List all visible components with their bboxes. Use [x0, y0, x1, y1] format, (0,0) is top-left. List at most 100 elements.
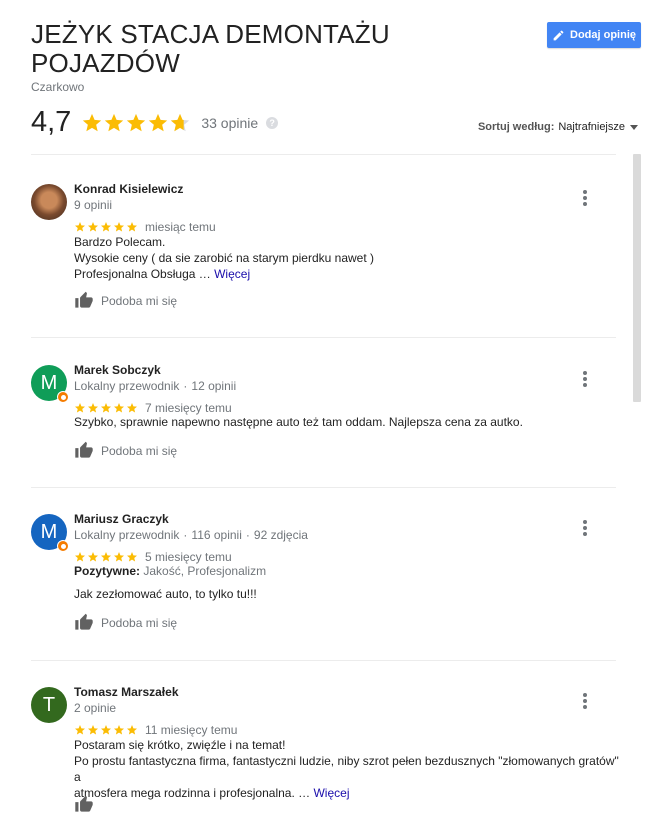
review-item: M Mariusz Graczyk Lokalny przewodnik · 116…	[31, 512, 624, 644]
star-icon	[127, 222, 137, 232]
more-options-icon[interactable]	[583, 693, 587, 709]
star-icon	[88, 725, 98, 735]
review-time: 11 miesięcy temu	[145, 723, 238, 737]
average-rating: 4,7	[31, 106, 72, 138]
star-icon	[75, 552, 85, 562]
help-icon[interactable]: ?	[266, 116, 279, 129]
like-button[interactable]: Podoba mi się	[74, 291, 177, 310]
review-text-line: Bardzo Polecam.	[74, 235, 166, 249]
divider	[31, 154, 616, 155]
reviewer-meta: Lokalny przewodnik · 116 opinii · 92 zdjęcia	[74, 528, 308, 542]
star-full-icon	[105, 113, 124, 131]
review-rating: miesiąc temu	[74, 220, 216, 234]
star-full-icon	[83, 113, 102, 131]
rating-stars	[81, 112, 191, 134]
review-item: Konrad Kisielewicz 9 opinii miesiąc temu…	[31, 182, 624, 324]
star-full-icon	[127, 113, 146, 131]
star-icon	[101, 222, 111, 232]
positive-label: Pozytywne:	[74, 564, 141, 578]
review-rating: 11 miesięcy temu	[74, 723, 237, 737]
like-button[interactable]: Podoba mi się	[74, 613, 177, 632]
sort-value: Najtrafniejsze	[558, 121, 625, 133]
more-link[interactable]: Więcej	[313, 786, 349, 800]
thumb-up-icon	[75, 441, 93, 458]
scrollbar-thumb[interactable]	[633, 154, 641, 402]
avatar[interactable]: M	[31, 514, 69, 552]
review-text-line: Szybko, sprawnie napewno następne auto t…	[74, 415, 523, 429]
more-options-icon[interactable]	[583, 190, 587, 206]
review-item: T Tomasz Marszałek 2 opinie 11 miesięcy …	[31, 685, 624, 812]
place-title: JEŻYK STACJA DEMONTAŻU POJAZDÓW	[31, 19, 390, 78]
like-label: Podoba mi się	[101, 615, 178, 630]
review-text-line: Profesjonalna Obsługa … Więcej	[74, 267, 251, 281]
star-icon	[127, 552, 137, 562]
like-button[interactable]	[74, 795, 101, 814]
star-icon	[114, 403, 124, 413]
more-options-icon[interactable]	[583, 371, 587, 387]
avatar[interactable]: T	[31, 687, 67, 723]
avatar[interactable]	[31, 184, 67, 220]
review-text-line: Wysokie ceny ( da sie zarobić na starym …	[74, 251, 375, 265]
like-label: Podoba mi się	[101, 293, 178, 308]
divider	[31, 660, 616, 661]
place-subtitle: Czarkowo	[31, 80, 85, 94]
positive-value: Jakość, Profesjonalizm	[143, 564, 267, 578]
review-text-line: Jak zezłomować auto, to tylko tu!!!	[74, 587, 257, 601]
add-review-label: Dodaj opinię	[570, 29, 636, 41]
star-icon	[88, 222, 98, 232]
star-icon	[114, 725, 124, 735]
more-link[interactable]: Więcej	[214, 267, 250, 281]
thumb-up-icon	[75, 613, 93, 630]
review-rating: 7 miesięcy temu	[74, 401, 232, 415]
add-review-button[interactable]: Dodaj opinię	[547, 22, 641, 48]
review-time: miesiąc temu	[145, 220, 216, 234]
review-rating: 5 miesięcy temu	[74, 550, 232, 564]
star-icon	[75, 725, 85, 735]
rating-summary: 4,7 33 opinie ?	[31, 106, 279, 139]
dropdown-caret-icon	[630, 124, 638, 130]
review-item: M Marek Sobczyk Lokalny przewodnik · 12 op…	[31, 363, 624, 475]
divider	[31, 337, 616, 338]
review-time: 5 miesięcy temu	[145, 550, 232, 564]
review-time: 7 miesięcy temu	[145, 401, 232, 415]
review-text: Bardzo Polecam. Wysokie ceny ( da sie za…	[74, 234, 624, 282]
review-text: Jak zezłomować auto, to tylko tu!!!	[74, 586, 624, 602]
star-icon	[88, 403, 98, 413]
positive-attributes: Pozytywne: Jakość, Profesjonalizm	[74, 563, 624, 579]
sort-label: Sortuj według:	[477, 121, 555, 133]
review-count[interactable]: 33 opinie	[201, 115, 258, 131]
star-icon	[114, 222, 124, 232]
review-text-line: Postaram się krótko, zwięźle i na temat!	[74, 738, 286, 752]
thumb-up-icon	[75, 291, 93, 308]
reviewer-name[interactable]: Konrad Kisielewicz	[74, 182, 183, 196]
thumb-up-icon	[75, 795, 93, 812]
reviewer-meta: 9 opinii	[74, 198, 113, 212]
avatar[interactable]: M	[31, 365, 69, 403]
reviewer-meta: Lokalny przewodnik · 12 opinii	[74, 379, 237, 393]
like-label: Podoba mi się	[101, 443, 178, 458]
divider	[31, 487, 616, 488]
star-icon	[88, 552, 98, 562]
star-icon	[75, 222, 85, 232]
reviewer-name[interactable]: Mariusz Graczyk	[74, 512, 169, 526]
reviewer-name[interactable]: Tomasz Marszałek	[74, 685, 179, 699]
review-text: Postaram się krótko, zwięźle i na temat!…	[74, 737, 624, 801]
star-icon	[101, 552, 111, 562]
review-text-line: atmosfera mega rodzinna i profesjonalna.…	[74, 786, 350, 800]
star-icon	[101, 725, 111, 735]
reviewer-name[interactable]: Marek Sobczyk	[74, 363, 161, 377]
more-options-icon[interactable]	[583, 520, 587, 536]
star-full-icon	[149, 113, 168, 131]
pencil-icon	[553, 30, 564, 40]
like-button[interactable]: Podoba mi się	[74, 441, 177, 460]
review-text: Szybko, sprawnie napewno następne auto t…	[74, 414, 624, 430]
star-icon	[127, 725, 137, 735]
star-partial-icon	[171, 113, 190, 131]
local-guide-badge-icon	[57, 540, 69, 552]
review-text-line: Po prostu fantastyczna firma, fantastycz…	[74, 754, 619, 784]
reviewer-meta: 2 opinie	[74, 701, 117, 715]
star-icon	[101, 403, 111, 413]
local-guide-badge-icon	[57, 391, 69, 403]
sort-dropdown[interactable]: Sortuj według: Najtrafniejsze	[478, 121, 638, 133]
star-icon	[75, 403, 85, 413]
